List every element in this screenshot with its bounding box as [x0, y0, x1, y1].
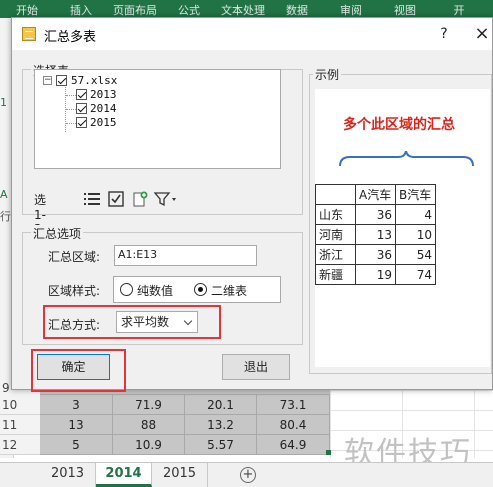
ribbon-tab[interactable]: 页面布局 — [108, 2, 162, 18]
row-header[interactable]: 10 — [0, 395, 40, 415]
radio-2d-table-label[interactable]: 二维表 — [211, 282, 247, 299]
table-cell: 19 — [355, 264, 396, 285]
dialog-titlebar[interactable]: 汇总多表 ? × — [12, 18, 492, 50]
ok-button[interactable]: 确定 — [37, 354, 110, 380]
checkbox-2014[interactable] — [76, 103, 87, 114]
cell[interactable]: 10.9 — [113, 435, 185, 455]
help-button[interactable]: ? — [434, 24, 454, 44]
table-cell: 浙江 — [315, 244, 356, 265]
table-row: 5 10.9 5.57 64.9 — [40, 435, 330, 455]
table-cell: 新疆 — [315, 264, 356, 285]
style-radio-group: 纯数值 二维表 — [113, 276, 281, 303]
ribbon-tab[interactable]: 开 — [432, 2, 486, 18]
sheet-tab-2014[interactable]: 2014 — [96, 463, 152, 487]
table-header-cell: B汽车 — [395, 184, 436, 205]
cell[interactable]: 71.9 — [113, 395, 185, 415]
cell[interactable]: 13.2 — [185, 415, 257, 435]
example-title: 示例 — [313, 66, 342, 83]
table-cell: 13 — [355, 224, 396, 245]
filter-icon[interactable] — [154, 191, 178, 207]
radio-plain-values-label[interactable]: 纯数值 — [137, 282, 173, 299]
checkbox-2015[interactable] — [76, 117, 87, 128]
radio-plain-values[interactable] — [120, 283, 133, 296]
sheet-tab-bar: 2013 2014 2015 + — [0, 462, 493, 487]
ribbon-tab[interactable]: 文本处理 — [216, 2, 270, 18]
tree-line — [66, 123, 76, 124]
summary-options-title: 汇总选项 — [31, 225, 84, 242]
style-label: 区域样式: — [48, 284, 101, 298]
ribbon-tab[interactable]: 开始 — [0, 2, 54, 18]
radio-2d-table[interactable] — [194, 283, 207, 296]
checkbox-root[interactable] — [56, 75, 67, 86]
table-row: 3 71.9 20.1 73.1 — [40, 395, 330, 415]
example-preview: 多个此区域的汇总 A汽车 B汽车 山东 36 4 河南 13 10 浙江 36 — [315, 89, 490, 367]
tree-line — [66, 95, 76, 96]
exit-button[interactable]: 退出 — [222, 354, 290, 380]
table-cell: 10 — [395, 224, 436, 245]
new-sheet-icon[interactable] — [132, 191, 148, 207]
row-header[interactable]: 11 — [0, 415, 40, 435]
checkbox-2013[interactable] — [76, 89, 87, 100]
range-input[interactable]: A1:E13 — [114, 245, 257, 266]
tree-item-2015[interactable]: 2015 — [90, 116, 117, 129]
collapse-icon[interactable]: − — [43, 76, 52, 85]
tree-item-2014[interactable]: 2014 — [90, 102, 117, 115]
sheet-tree: − 57.xlsx 2013 2014 2015 — [34, 69, 281, 169]
table-cell: 36 — [355, 204, 396, 225]
add-sheet-button[interactable]: + — [240, 467, 256, 483]
table-cell: 河南 — [315, 224, 356, 245]
cell[interactable]: 3 — [40, 395, 113, 415]
example-table: A汽车 B汽车 山东 36 4 河南 13 10 浙江 36 54 新疆 19 — [315, 184, 436, 285]
cell[interactable]: 5 — [40, 435, 113, 455]
row-header[interactable]: 12 — [0, 435, 40, 455]
close-button[interactable]: × — [472, 24, 492, 44]
table-header-cell — [315, 184, 356, 205]
method-label: 汇总方式: — [48, 318, 101, 332]
cell[interactable]: 80.4 — [257, 415, 330, 435]
cell[interactable]: 64.9 — [257, 435, 330, 455]
ribbon-tab[interactable]: 插入 — [54, 2, 108, 18]
cell[interactable]: 88 — [113, 415, 185, 435]
table-cell: 山东 — [315, 204, 356, 225]
cell[interactable]: 13 — [40, 415, 113, 435]
sheet-tab-2015[interactable]: 2015 — [152, 463, 208, 487]
table-cell: 54 — [395, 244, 436, 265]
table-row: 13 88 13.2 80.4 — [40, 415, 330, 435]
ribbon-tab[interactable]: 视图 — [378, 2, 432, 18]
method-select-value: 求平均数 — [121, 315, 170, 329]
table-cell: 4 — [395, 204, 436, 225]
cell[interactable]: 5.57 — [185, 435, 257, 455]
tree-line — [66, 109, 76, 110]
table-cell: 36 — [355, 244, 396, 265]
ribbon-tab[interactable]: 数据 — [270, 2, 324, 18]
annotation-text: 多个此区域的汇总 — [343, 117, 455, 133]
fill-handle[interactable] — [326, 450, 331, 455]
range-label: 汇总区域: — [48, 250, 101, 264]
ribbon-tab[interactable]: 公式 — [162, 2, 216, 18]
ribbon-tab[interactable]: 审阅 — [324, 2, 378, 18]
method-select[interactable]: 求平均数 — [116, 311, 198, 333]
list-icon[interactable] — [84, 192, 100, 206]
table-header-cell: A汽车 — [355, 184, 396, 205]
chevron-down-icon — [183, 316, 193, 326]
dialog-title: 汇总多表 — [44, 30, 97, 45]
table-cell: 74 — [395, 264, 436, 285]
summary-dialog: 汇总多表 ? × 选择表 − 57.xlsx 2013 2014 2015 选1… — [11, 17, 493, 392]
cell[interactable]: 73.1 — [257, 395, 330, 415]
tree-item-2013[interactable]: 2013 — [90, 88, 117, 101]
excel-ribbon: 开始 插入 页面布局 公式 文本处理 数据 审阅 视图开 — [0, 0, 493, 18]
check-all-icon[interactable] — [108, 191, 124, 207]
curly-brace-icon — [339, 151, 474, 167]
tree-root-label: 57.xlsx — [71, 74, 118, 87]
sheet-tab-2013[interactable]: 2013 — [40, 463, 96, 487]
app-icon — [22, 27, 36, 41]
cell[interactable]: 20.1 — [185, 395, 257, 415]
